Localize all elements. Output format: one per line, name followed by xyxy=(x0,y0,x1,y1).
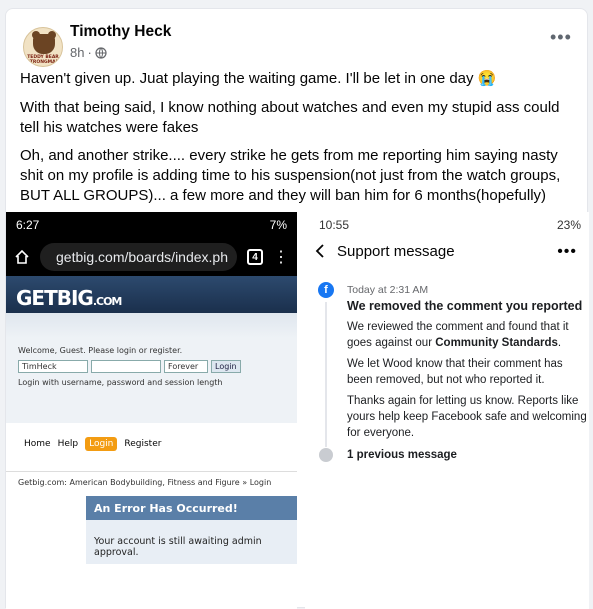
globe-icon xyxy=(95,46,107,59)
support-header: Support message ••• xyxy=(305,238,589,264)
post-paragraph: Haven't given up. Juat playing the waiti… xyxy=(20,70,497,87)
back-arrow-icon xyxy=(315,244,324,258)
password-field xyxy=(91,360,161,373)
post-paragraph: With that being said, I know nothing abo… xyxy=(20,99,560,136)
post-meta: 8h · xyxy=(70,45,107,60)
nav-login: Login xyxy=(85,437,118,451)
attached-screenshot-support[interactable]: 10:55 23% Support message ••• f Today at… xyxy=(305,212,589,609)
browser-url-bar: getbig.com/boards/index.ph 4 ⋮ xyxy=(6,238,297,276)
facebook-icon: f xyxy=(318,282,334,298)
timeline-line xyxy=(325,302,327,447)
avatar[interactable]: TEDDY BEAR STRONGMAN xyxy=(23,27,63,67)
more-options-button[interactable]: ••• xyxy=(550,28,572,46)
duration-select: Forever xyxy=(164,360,208,373)
status-time: 6:27 xyxy=(16,218,40,232)
message-paragraph: We let Wood know that their comment has … xyxy=(347,358,563,386)
previous-messages-link: 1 previous message xyxy=(347,449,457,461)
author-name[interactable]: Timothy Heck xyxy=(70,23,171,41)
username-field: TimHeck xyxy=(18,360,88,373)
getbig-header: GETBIG.COM xyxy=(6,276,297,338)
status-battery: 23% xyxy=(556,218,581,232)
error-title: An Error Has Occurred! xyxy=(86,496,297,520)
tab-count-icon: 4 xyxy=(247,249,263,265)
attached-screenshot-getbig[interactable]: 6:27 7% getbig.com/boards/index.ph 4 ⋮ G… xyxy=(6,212,297,609)
getbig-nav: Home Help Login Register xyxy=(6,423,297,471)
bear-icon xyxy=(33,34,55,54)
url-text: getbig.com/boards/index.ph xyxy=(56,249,228,265)
avatar-text: TEDDY BEAR STRONGMAN xyxy=(26,55,60,65)
status-time: 10:55 xyxy=(319,218,350,232)
getbig-login-panel: Welcome, Guest. Please login or register… xyxy=(6,338,297,423)
message-paragraph: Thanks again for letting us know. Report… xyxy=(347,395,587,439)
status-battery: 7% xyxy=(269,218,287,232)
message-timestamp: Today at 2:31 AM xyxy=(347,284,429,296)
phone-status-bar: 6:27 7% xyxy=(6,212,297,238)
url-field: getbig.com/boards/index.ph xyxy=(40,243,237,271)
login-button: Login xyxy=(211,360,241,373)
menu-dots-icon: ⋮ xyxy=(273,249,289,266)
nav-help: Help xyxy=(57,439,79,449)
more-dots-icon: ••• xyxy=(557,243,577,260)
post-time[interactable]: 8h xyxy=(70,45,84,60)
timeline-dot xyxy=(319,448,333,462)
home-icon xyxy=(15,249,29,264)
support-title: Support message xyxy=(337,242,455,260)
nav-register: Register xyxy=(124,439,162,449)
nav-home: Home xyxy=(24,439,51,449)
message-paragraph: We reviewed the comment and found that i… xyxy=(347,321,569,349)
message-heading: We removed the comment you reported xyxy=(347,299,583,313)
login-hint: Login with username, password and sessio… xyxy=(18,378,223,387)
error-message: Your account is still awaiting admin app… xyxy=(86,520,297,564)
breadcrumb: Getbig.com: American Bodybuilding, Fitne… xyxy=(6,471,297,496)
post-paragraph: Oh, and another strike.... every strike … xyxy=(20,147,561,204)
getbig-logo: GETBIG.COM xyxy=(16,286,122,310)
separator: · xyxy=(87,45,92,60)
welcome-text: Welcome, Guest. Please login or register… xyxy=(18,346,183,355)
post-card: TEDDY BEAR STRONGMAN Timothy Heck 8h · •… xyxy=(5,8,589,609)
login-row: TimHeck Forever Login xyxy=(18,360,241,373)
phone-status-bar: 10:55 23% xyxy=(305,212,589,238)
community-standards-link: Community Standards xyxy=(435,337,558,349)
